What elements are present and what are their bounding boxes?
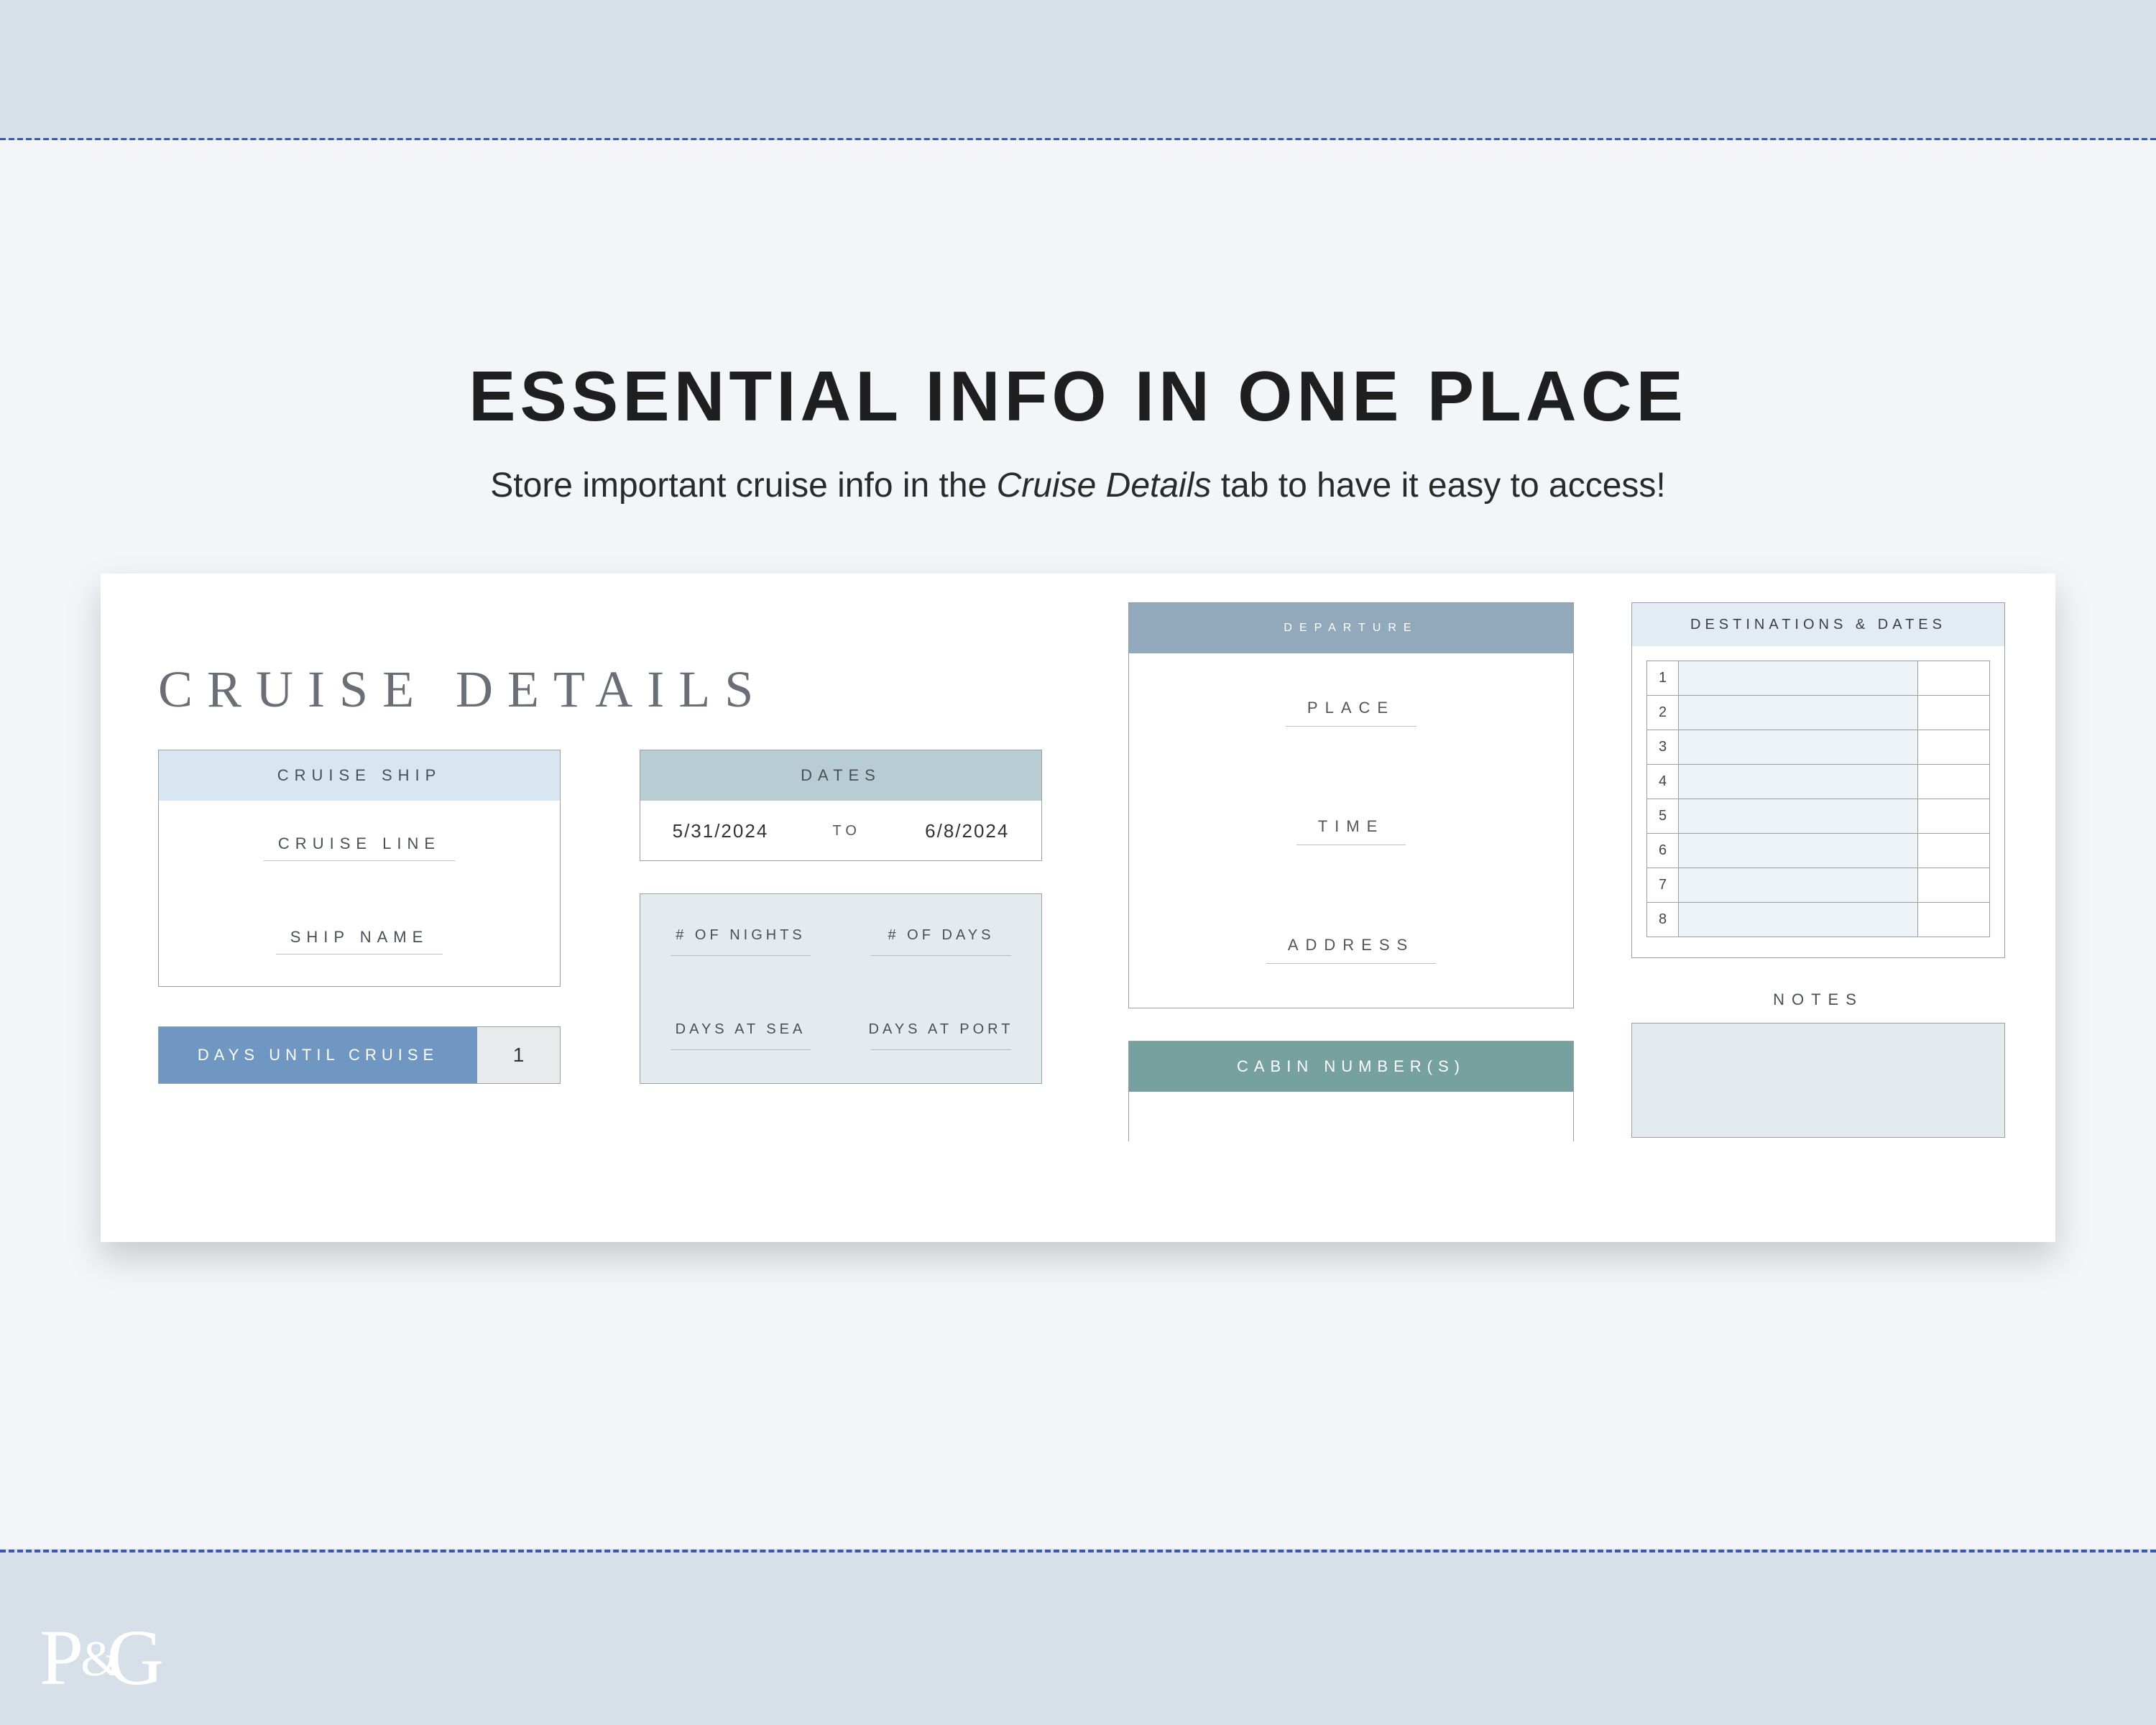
date-from: 5/31/2024 [673,820,769,842]
departure-time: TIME [1296,817,1406,845]
port-line [871,1049,1011,1050]
table-row: 1 [1647,661,1990,696]
date-to: 6/8/2024 [925,820,1009,842]
subtitle-post: tab to have it easy to access! [1211,466,1665,505]
row-num: 5 [1647,799,1679,834]
dest-cell [1679,834,1918,868]
cabin-body [1129,1092,1573,1142]
details-card: CRUISE DETAILS CRUISE SHIP CRUISE LINE S… [101,574,2055,1242]
days-label: # OF DAYS [888,927,995,944]
cabin-box: CABIN NUMBER(S) [1128,1041,1574,1141]
departure-box: DEPARTURE PLACE TIME ADDRESS [1128,602,1574,1008]
date-cell [1918,868,1990,903]
departure-place: PLACE [1286,699,1416,727]
logo-g: G [107,1614,161,1701]
logo-amp: & [80,1632,106,1687]
date-cell [1918,765,1990,799]
table-row: 4 [1647,765,1990,799]
days-until-label: DAYS UNTIL CRUISE [159,1027,477,1083]
subtitle-em: Cruise Details [997,466,1212,505]
row-num: 1 [1647,661,1679,696]
bottom-band: P&G [0,1552,2156,1725]
date-cell [1918,834,1990,868]
table-row: 5 [1647,799,1990,834]
nights-line [671,955,811,956]
departure-address: ADDRESS [1266,936,1436,964]
sea-label: DAYS AT SEA [676,1021,806,1038]
port-label: DAYS AT PORT [869,1021,1014,1038]
sea-line [671,1049,811,1050]
page-subtitle: Store important cruise info in the Cruis… [490,466,1665,505]
date-cell [1918,661,1990,696]
destinations-table: 1 2 3 4 5 6 7 8 [1646,661,1990,937]
table-row: 3 [1647,730,1990,765]
notes-label: NOTES [1631,990,2005,1009]
dates-header: DATES [640,750,1041,801]
days-line [871,955,1011,956]
row-num: 4 [1647,765,1679,799]
top-band [0,0,2156,137]
dest-cell [1679,765,1918,799]
date-cell [1918,799,1990,834]
brand-logo: P&G [40,1612,161,1703]
dest-cell [1679,661,1918,696]
dest-cell [1679,799,1918,834]
dest-cell [1679,730,1918,765]
card-title: CRUISE DETAILS [158,660,768,719]
table-row: 2 [1647,696,1990,730]
cabin-header: CABIN NUMBER(S) [1129,1041,1573,1092]
row-num: 2 [1647,696,1679,730]
nights-label: # OF NIGHTS [676,927,806,944]
row-num: 7 [1647,868,1679,903]
page-title: ESSENTIAL INFO IN ONE PLACE [469,356,1687,437]
date-cell [1918,903,1990,937]
date-cell [1918,730,1990,765]
cruise-line-label: CRUISE LINE [264,834,455,861]
notes-box [1631,1023,2005,1138]
cruise-ship-header: CRUISE SHIP [159,750,560,801]
row-num: 3 [1647,730,1679,765]
nights-days-box: # OF NIGHTS # OF DAYS DAYS AT SEA DAYS A… [640,893,1042,1084]
main-panel: ESSENTIAL INFO IN ONE PLACE Store import… [0,140,2156,1549]
subtitle-pre: Store important cruise info in the [490,466,996,505]
dest-cell [1679,696,1918,730]
table-row: 8 [1647,903,1990,937]
ship-name-label: SHIP NAME [276,928,443,954]
table-row: 6 [1647,834,1990,868]
dest-cell [1679,903,1918,937]
row-num: 8 [1647,903,1679,937]
dates-box: DATES 5/31/2024 TO 6/8/2024 [640,750,1042,861]
destinations-box: DESTINATIONS & DATES 1 2 3 4 5 6 7 8 [1631,602,2005,958]
dest-cell [1679,868,1918,903]
date-to-label: TO [833,823,861,840]
table-row: 7 [1647,868,1990,903]
days-until-value: 1 [477,1027,560,1083]
row-num: 6 [1647,834,1679,868]
cruise-ship-box: CRUISE SHIP CRUISE LINE SHIP NAME [158,750,561,987]
date-cell [1918,696,1990,730]
days-until-cruise: DAYS UNTIL CRUISE 1 [158,1026,561,1084]
destinations-header: DESTINATIONS & DATES [1632,603,2004,646]
logo-p: P [40,1614,80,1701]
departure-header: DEPARTURE [1129,603,1573,653]
